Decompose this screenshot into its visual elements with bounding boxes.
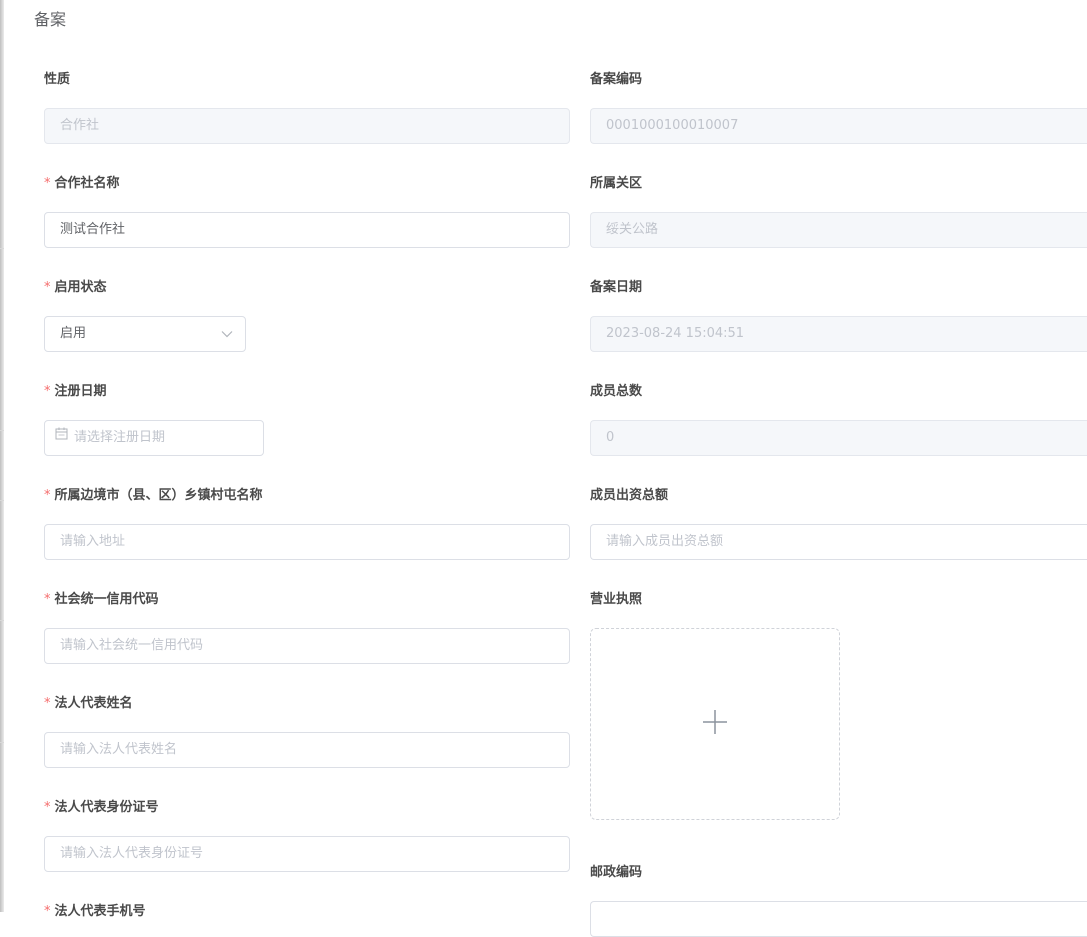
member-count-label: 成员总数 [590,384,643,399]
postal-code-label: 邮政编码 [590,865,643,880]
required-mark: * [44,800,51,815]
business-license-upload[interactable] [590,628,840,820]
background-overlay-edge [0,0,4,912]
coop-name-value: 测试合作社 [60,222,126,237]
plus-icon [702,709,728,739]
credit-code-placeholder: 请输入社会统一信用代码 [60,638,204,653]
registration-date-picker[interactable]: 请选择注册日期 [44,420,264,456]
required-mark: * [44,696,51,711]
filing-code-value: 0001000100010007 [606,118,739,133]
status-select[interactable]: 启用 [44,316,246,352]
member-capital-input[interactable]: 请输入成员出资总额 [590,524,1087,560]
edge-divider [0,620,4,621]
coop-name-input[interactable]: 测试合作社 [44,212,570,248]
edge-divider [0,500,4,501]
edge-divider [0,742,4,743]
required-mark: * [44,176,51,191]
customs-district-label: 所属关区 [590,176,643,191]
required-mark: * [44,280,51,295]
legal-rep-phone-label: * 法人代表手机号 [44,904,146,919]
member-capital-label: 成员出资总额 [590,488,669,503]
customs-district-value: 绥关公路 [606,222,659,237]
legal-rep-id-placeholder: 请输入法人代表身份证号 [60,846,204,861]
member-capital-placeholder: 请输入成员出资总额 [606,534,724,549]
credit-code-label: * 社会统一信用代码 [44,592,159,607]
nature-label: 性质 [44,72,71,87]
credit-code-input[interactable]: 请输入社会统一信用代码 [44,628,570,664]
legal-rep-name-input[interactable]: 请输入法人代表姓名 [44,732,570,768]
address-label: * 所属边境市（县、区）乡镇村屯名称 [44,488,263,503]
filing-date-label: 备案日期 [590,280,643,295]
business-license-label: 营业执照 [590,592,643,607]
required-mark: * [44,384,51,399]
member-count-value: 0 [606,430,615,445]
legal-rep-name-label: * 法人代表姓名 [44,696,133,711]
legal-rep-id-label: * 法人代表身份证号 [44,800,159,815]
legal-rep-name-placeholder: 请输入法人代表姓名 [60,742,178,757]
nature-value: 合作社 [60,118,100,133]
chevron-down-icon [221,317,233,351]
member-count-field: 0 [590,420,1087,456]
postal-code-input[interactable] [590,901,1087,937]
dialog-title: 备案 [34,10,67,29]
filing-code-field: 0001000100010007 [590,108,1087,144]
required-mark: * [44,592,51,607]
legal-rep-id-input[interactable]: 请输入法人代表身份证号 [44,836,570,872]
calendar-icon [55,421,68,454]
address-placeholder: 请输入地址 [60,534,126,549]
edge-divider [0,248,4,249]
required-mark: * [44,488,51,503]
address-input[interactable]: 请输入地址 [44,524,570,560]
filing-date-value: 2023-08-24 15:04:51 [606,326,745,341]
registration-date-label: * 注册日期 [44,384,107,399]
customs-district-field: 绥关公路 [590,212,1087,248]
filing-date-field: 2023-08-24 15:04:51 [590,316,1087,352]
coop-name-label: * 合作社名称 [44,176,120,191]
registration-date-placeholder: 请选择注册日期 [74,430,166,445]
edge-divider [0,430,4,431]
nature-field: 合作社 [44,108,570,144]
status-label: * 启用状态 [44,280,107,295]
status-value: 启用 [60,326,87,341]
filing-code-label: 备案编码 [590,72,643,87]
